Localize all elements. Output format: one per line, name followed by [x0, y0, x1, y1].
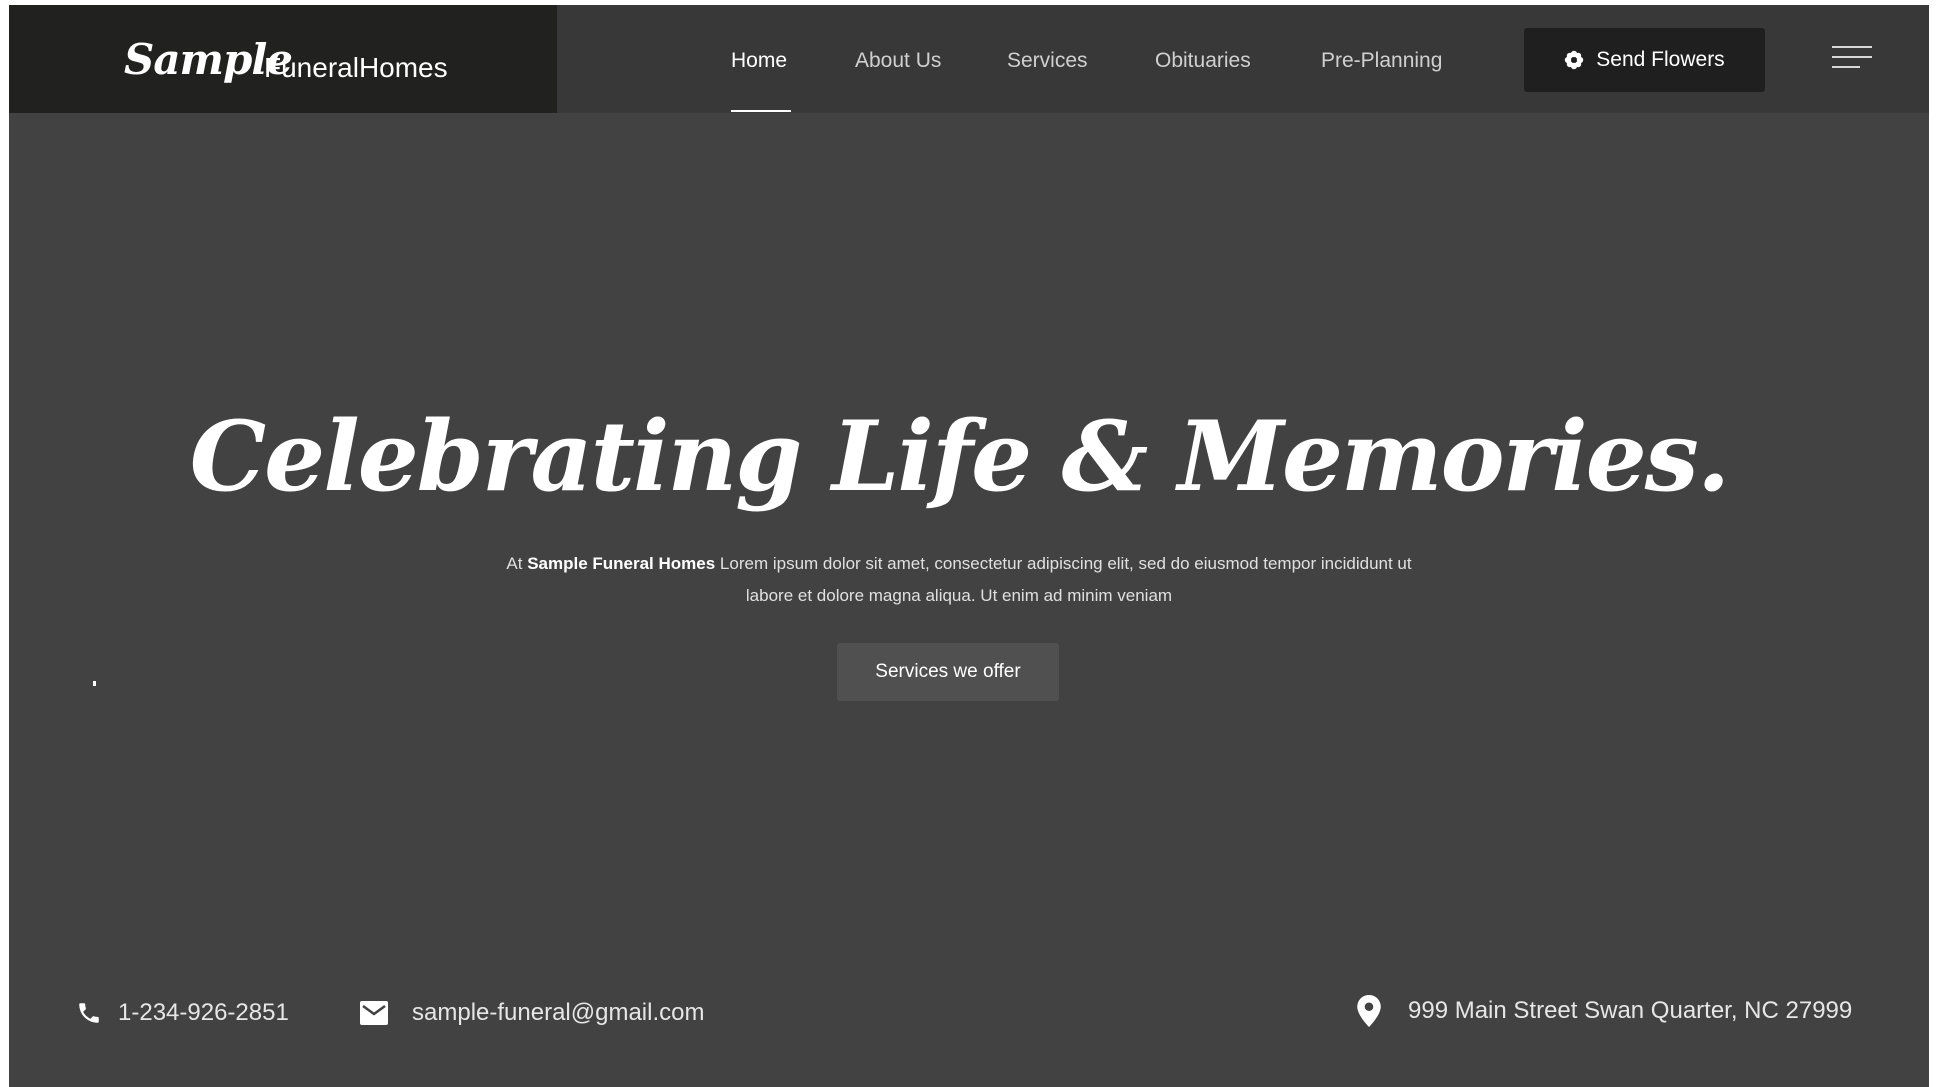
mail-icon: [360, 1001, 388, 1025]
phone-icon: [76, 1000, 102, 1026]
hero-desc-text: Lorem ipsum dolor sit amet, consectetur …: [715, 554, 1412, 605]
flower-icon: [1564, 50, 1584, 70]
nav-active-indicator: [731, 110, 791, 112]
decorative-dot: [93, 681, 96, 686]
nav-pre-planning[interactable]: Pre-Planning: [1321, 49, 1442, 73]
nav-home[interactable]: Home: [731, 49, 787, 73]
contact-phone[interactable]: 1-234-926-2851: [76, 999, 289, 1027]
logo-text: FuneralHomes: [264, 52, 448, 83]
services-we-offer-label: Services we offer: [875, 661, 1021, 682]
services-we-offer-button[interactable]: Services we offer: [837, 643, 1059, 701]
street-address: 999 Main Street Swan Quarter, NC 27999: [1408, 997, 1853, 1024]
nav-about-us[interactable]: About Us: [855, 49, 941, 73]
hero-desc-prefix: At: [506, 554, 528, 573]
logo[interactable]: Sample FuneralHomes: [9, 5, 557, 113]
send-flowers-button[interactable]: Send Flowers: [1524, 28, 1765, 92]
hamburger-menu-icon[interactable]: [1832, 46, 1872, 74]
hero-title: Celebrating Life & Memories.: [189, 400, 1731, 513]
page: Sample FuneralHomes Home About Us Servic…: [9, 5, 1929, 1087]
top-navbar: Sample FuneralHomes Home About Us Servic…: [9, 5, 1929, 113]
location-pin-icon: [1356, 995, 1382, 1027]
hero-desc-brand: Sample Funeral Homes: [527, 554, 716, 573]
contact-address[interactable]: 999 Main Street Swan Quarter, NC 27999: [1356, 995, 1852, 1027]
email-address: sample-funeral@gmail.com: [412, 999, 705, 1026]
phone-number: 1-234-926-2851: [118, 999, 289, 1026]
send-flowers-label: Send Flowers: [1596, 48, 1725, 71]
hero-description: At Sample Funeral Homes Lorem ipsum dolo…: [489, 548, 1429, 612]
contact-email[interactable]: sample-funeral@gmail.com: [360, 999, 704, 1027]
nav-services[interactable]: Services: [1007, 49, 1088, 73]
nav-obituaries[interactable]: Obituaries: [1155, 49, 1251, 73]
